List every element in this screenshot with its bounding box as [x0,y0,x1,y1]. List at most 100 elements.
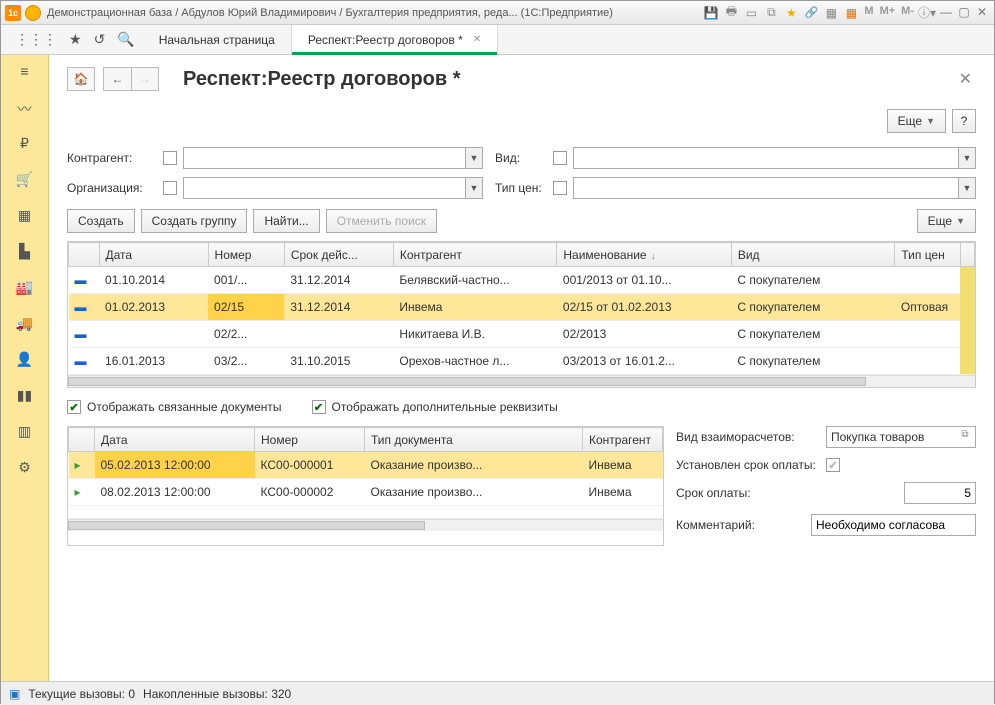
sidebar-purchases-icon[interactable]: 🛒 [13,171,37,191]
col-counterparty[interactable]: Контрагент [393,243,557,267]
show-extra-attrs-checkbox[interactable]: ✔ Отображать дополнительные реквизиты [312,400,558,414]
info-icon[interactable]: ⓘ▾ [918,5,936,21]
calendar-icon[interactable]: ▦ [842,5,860,21]
search-icon[interactable]: 🔍 [117,31,134,48]
sidebar-warehouse-icon[interactable]: ▦ [13,207,37,227]
table-row-partial[interactable] [69,506,663,519]
favorite-icon[interactable]: ★ [782,5,800,21]
button-label: Отменить поиск [337,214,426,228]
compare-icon[interactable]: ⧉ [762,5,780,21]
memory-mminus[interactable]: M- [899,5,916,21]
type-filter-input[interactable] [573,147,958,169]
table-more-button[interactable]: Еще ▼ [917,209,976,233]
counterparty-filter-dropdown[interactable]: ▼ [465,147,483,169]
col-number[interactable]: Номер [255,428,365,452]
col-doctype[interactable]: Тип документа [365,428,583,452]
sidebar-directories-icon[interactable]: ▥ [13,423,37,443]
memory-mplus[interactable]: M+ [878,5,898,21]
col-validity[interactable]: Срок дейс... [284,243,393,267]
apps-grid-icon[interactable]: ⋮⋮⋮ [15,31,57,48]
close-tab-icon[interactable]: ✕ [473,34,481,45]
sidebar-money-icon[interactable]: ₽ [13,135,37,155]
settlement-type-field[interactable]: Покупка товаров ⧉ [826,426,976,448]
button-label: Создать [78,214,124,228]
organization-filter-checkbox[interactable] [163,181,177,195]
table-hscroll[interactable] [68,375,975,387]
sidebar-production-icon[interactable]: 🏭 [13,279,37,299]
sidebar-assets-icon[interactable]: ▙ [13,243,37,263]
table-row[interactable]: ▸ 08.02.2013 12:00:00 КС00-000002 Оказан… [69,479,663,506]
comment-input[interactable] [811,514,976,536]
star-icon[interactable]: ★ [69,31,82,48]
col-number[interactable]: Номер [208,243,284,267]
item-icon: ▬ [75,354,89,368]
col-icon[interactable] [69,243,100,267]
subtable-hscroll[interactable] [68,519,663,531]
type-filter-label: Вид: [489,151,547,165]
sidebar-analytics-icon[interactable]: 〰 [13,99,37,119]
forward-button[interactable]: → [131,67,159,91]
col-icon[interactable] [69,428,95,452]
hscroll-thumb[interactable] [68,521,425,530]
status-icon: ▣ [9,687,20,701]
more-button[interactable]: Еще ▼ [887,109,946,133]
hscroll-thumb[interactable] [68,377,866,386]
table-row[interactable]: ▬ 01.10.2014 001/... 31.12.2014 Белявски… [69,267,975,294]
history-icon[interactable]: ↺ [94,31,106,48]
app-menu-dropdown[interactable] [25,5,41,21]
calc-icon[interactable]: ▦ [822,5,840,21]
create-group-button[interactable]: Создать группу [141,209,248,233]
col-type[interactable]: Вид [731,243,895,267]
table-row[interactable]: ▬ 16.01.2013 03/2... 31.10.2015 Орехов-ч… [69,348,975,375]
payment-deadline-input[interactable] [904,482,976,504]
price-type-filter-dropdown[interactable]: ▼ [958,177,976,199]
sidebar-settings-icon[interactable]: ⚙ [13,459,37,479]
tab-home[interactable]: Начальная страница [143,25,292,54]
table-vscroll-thumb[interactable] [960,267,974,375]
sidebar-personnel-icon[interactable]: 👤 [13,351,37,371]
home-button[interactable]: 🏠 [67,67,95,91]
doc-icon[interactable]: ▭ [742,5,760,21]
back-button[interactable]: ← [103,67,131,91]
open-dialog-icon[interactable]: ⧉ [957,429,973,445]
col-name[interactable]: Наименование↓ [557,243,731,267]
col-price-type[interactable]: Тип цен [895,243,960,267]
link-icon[interactable]: 🔗 [802,5,820,21]
save-icon[interactable]: 💾 [702,5,720,21]
type-filter-checkbox[interactable] [553,151,567,165]
sidebar-transport-icon[interactable]: 🚚 [13,315,37,335]
memory-m[interactable]: M [862,5,875,21]
cancel-search-button[interactable]: Отменить поиск [326,209,437,233]
payment-deadline-label: Срок оплаты: [676,486,820,500]
price-type-filter-checkbox[interactable] [553,181,567,195]
status-bar: ▣ Текущие вызовы: 0 Накопленные вызовы: … [1,681,994,705]
show-related-docs-checkbox[interactable]: ✔ Отображать связанные документы [67,400,282,414]
find-button[interactable]: Найти... [253,209,319,233]
col-date[interactable]: Дата [95,428,255,452]
table-row[interactable]: ▸ 05.02.2013 12:00:00 КС00-000001 Оказан… [69,452,663,479]
sidebar-reports-icon[interactable]: ▮▮ [13,387,37,407]
table-row[interactable]: ▬ 01.02.2013 02/15 31.12.2014 Инвема 02/… [69,294,975,321]
col-date[interactable]: Дата [99,243,208,267]
button-label: Еще [898,114,922,128]
payment-deadline-set-checkbox[interactable]: ✔ [826,458,840,472]
price-type-filter-label: Тип цен: [489,181,547,195]
sidebar-main-icon[interactable]: ≡ [13,63,37,83]
maximize-button[interactable]: ▢ [956,5,972,19]
close-page-icon[interactable]: ✕ [955,69,976,89]
table-row[interactable]: ▬ 02/2... Никитаева И.В. 02/2013 С покуп… [69,321,975,348]
type-filter-dropdown[interactable]: ▼ [958,147,976,169]
table-vscroll[interactable] [960,243,974,267]
organization-filter-input[interactable] [183,177,465,199]
col-counterparty[interactable]: Контрагент [583,428,663,452]
print-icon[interactable]: 🖶 [722,5,740,21]
counterparty-filter-checkbox[interactable] [163,151,177,165]
tab-contracts-registry[interactable]: Респект:Реестр договоров * ✕ [292,25,498,54]
help-button[interactable]: ? [952,109,976,133]
create-button[interactable]: Создать [67,209,135,233]
minimize-button[interactable]: — [938,5,954,19]
price-type-filter-input[interactable] [573,177,958,199]
counterparty-filter-input[interactable] [183,147,465,169]
close-window-button[interactable]: ✕ [974,5,990,19]
organization-filter-dropdown[interactable]: ▼ [465,177,483,199]
